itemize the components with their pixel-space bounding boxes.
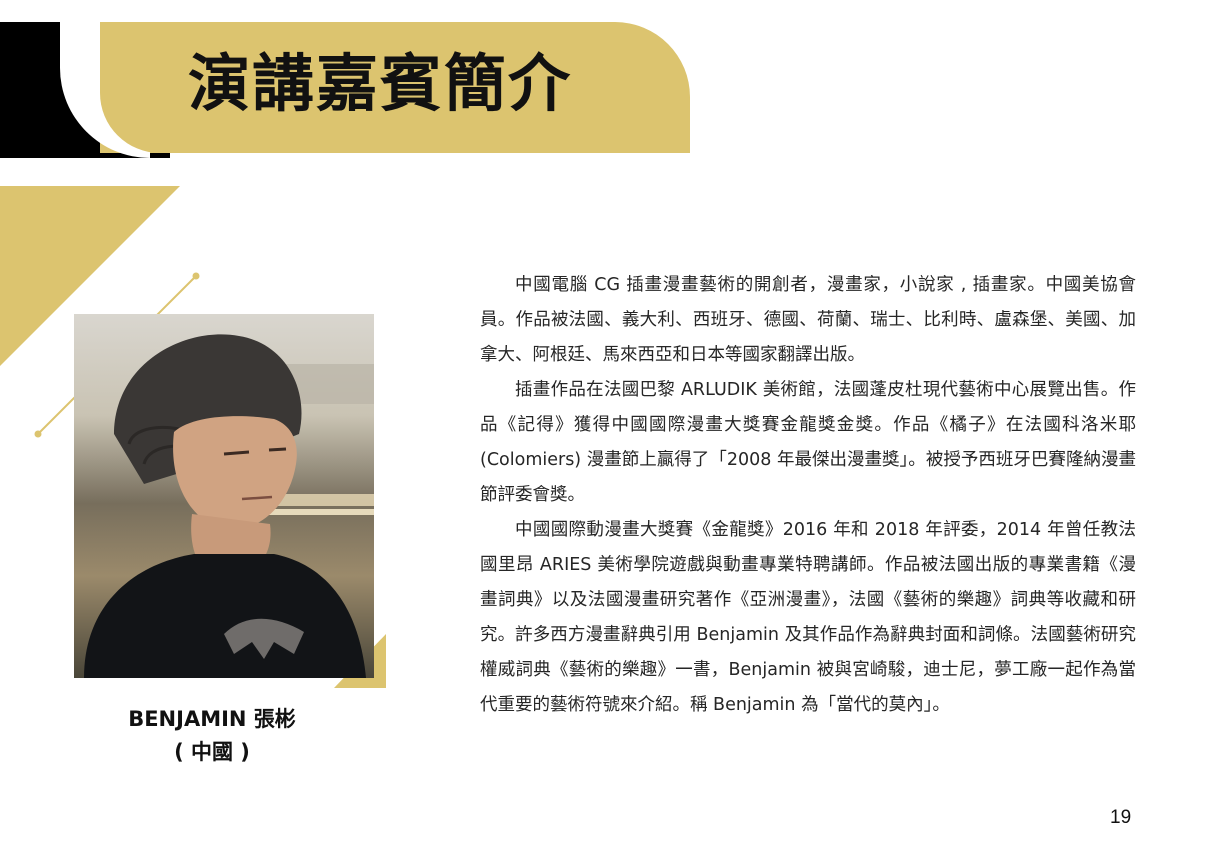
- speaker-portrait-illustration: [84, 334, 374, 678]
- speaker-name: BENJAMIN 張彬: [128, 707, 296, 731]
- speaker-photo: [74, 314, 374, 678]
- gold-dot-bottom: [34, 430, 42, 438]
- gold-dot-top: [192, 272, 200, 280]
- bio-paragraph-3: 中國國際動漫畫大獎賽《金龍獎》2016 年和 2018 年評委，2014 年曾任…: [480, 520, 1136, 715]
- bio-paragraph-2: 插畫作品在法國巴黎 ARLUDIK 美術館，法國蓬皮杜現代藝術中心展覽出售。作品…: [480, 380, 1136, 505]
- page-number: 19: [1110, 807, 1132, 828]
- bio-paragraph-1: 中國電腦 CG 插畫漫畫藝術的開創者，漫畫家，小說家 , 插畫家。中國美協會員。…: [480, 275, 1136, 365]
- speaker-country: ( 中國 ): [174, 740, 250, 764]
- speaker-biography: 中國電腦 CG 插畫漫畫藝術的開創者，漫畫家，小說家 , 插畫家。中國美協會員。…: [480, 268, 1136, 723]
